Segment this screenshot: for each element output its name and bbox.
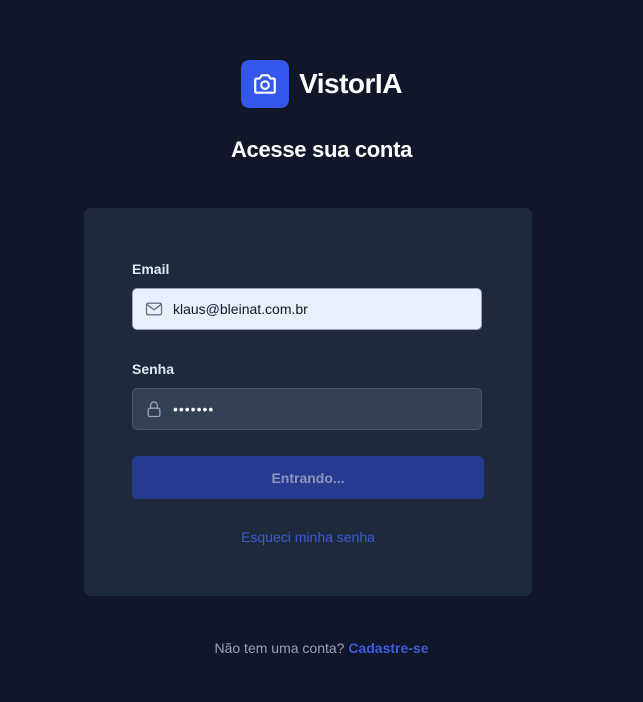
password-field[interactable]: •••••••: [132, 388, 482, 430]
email-label: Email: [132, 261, 170, 277]
app-logo: [241, 60, 290, 108]
lock-icon: [144, 399, 164, 419]
brand-header: VistorIA: [0, 60, 643, 108]
mail-icon: [144, 299, 164, 319]
app-name: VistorIA: [299, 68, 402, 99]
login-card: Email Senha ••••••• Entrando... Esqueci …: [84, 208, 532, 596]
forgot-password-link[interactable]: Esqueci minha senha: [84, 529, 532, 545]
signup-prompt: Não tem uma conta? Cadastre-se: [0, 640, 643, 656]
page-title: Acesse sua conta: [230, 137, 413, 162]
email-input[interactable]: [173, 301, 453, 317]
login-page: VistorIA Acesse sua conta Email Senha ••…: [0, 0, 643, 702]
email-field[interactable]: [132, 288, 482, 330]
password-input[interactable]: •••••••: [173, 401, 214, 417]
signup-prompt-text: Não tem uma conta?: [214, 640, 349, 656]
signup-link[interactable]: Cadastre-se: [348, 640, 428, 656]
password-label: Senha: [132, 361, 175, 377]
camera-icon: [254, 74, 276, 94]
login-button[interactable]: Entrando...: [132, 456, 484, 499]
